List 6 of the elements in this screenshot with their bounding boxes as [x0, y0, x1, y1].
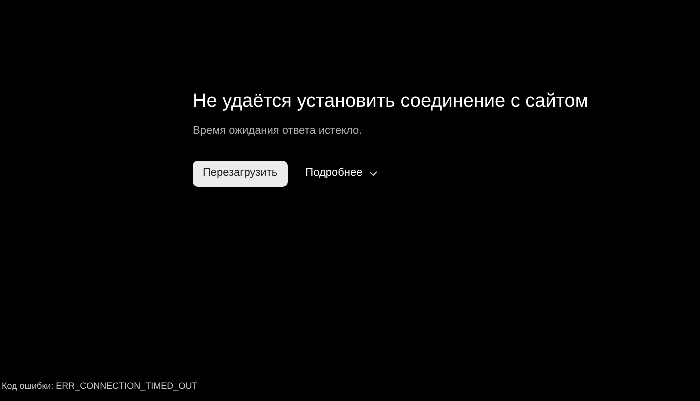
- error-code: Код ошибки: ERR_CONNECTION_TIMED_OUT: [1, 380, 199, 393]
- error-title: Не удаётся установить соединение с сайтом: [193, 90, 590, 114]
- details-button[interactable]: Подробнее: [306, 165, 378, 182]
- chevron-icon: [368, 170, 378, 176]
- reload-button[interactable]: Перезагрузить: [193, 160, 288, 186]
- error-message: Время ожидания ответа истекло.: [193, 124, 364, 139]
